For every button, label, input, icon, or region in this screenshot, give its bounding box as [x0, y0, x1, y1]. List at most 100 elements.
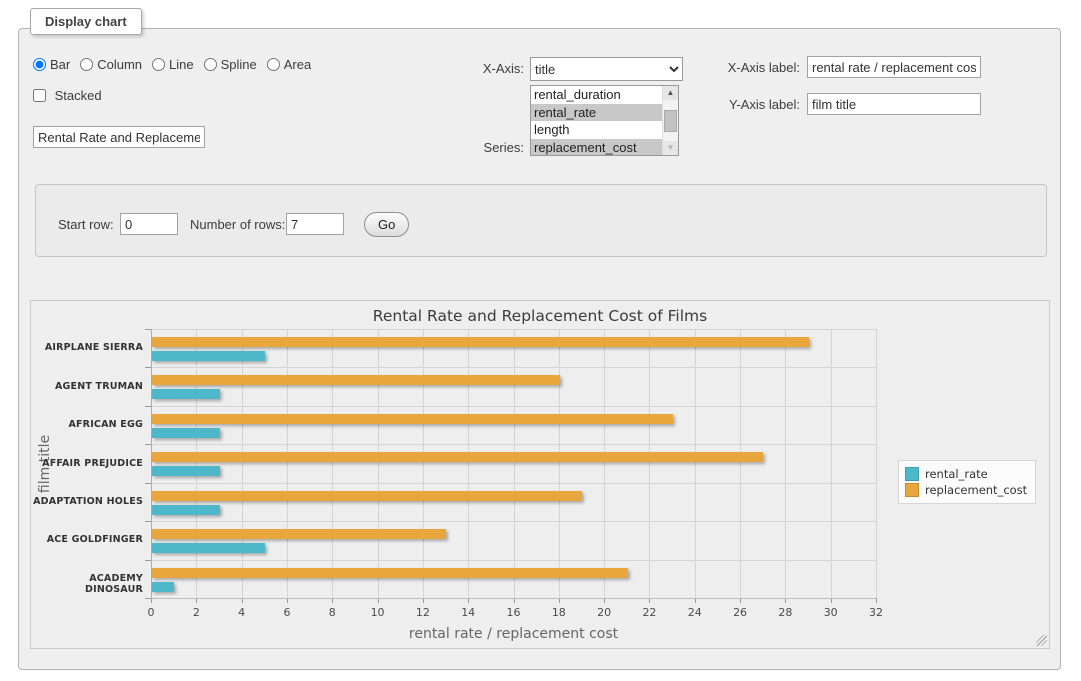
bar-rental_rate[interactable]: [152, 582, 174, 592]
bar-replacement_cost[interactable]: [152, 414, 673, 424]
page: Display chart Bar Column Line Spline Area St…: [0, 0, 1081, 681]
chart-type-label-line[interactable]: Line: [169, 57, 194, 72]
stacked-checkbox-row: Stacked: [33, 88, 102, 103]
bar-replacement_cost[interactable]: [152, 452, 763, 462]
chart-type-radio-line[interactable]: [152, 58, 165, 71]
bar-rental_rate[interactable]: [152, 543, 265, 553]
bar-replacement_cost[interactable]: [152, 337, 809, 347]
gridline-x-12: [423, 329, 424, 598]
bar-rental_rate[interactable]: [152, 389, 220, 399]
scroll-up-icon[interactable]: ▲: [663, 86, 678, 100]
x-tickmark: [876, 598, 877, 603]
panel-title: Display chart: [30, 8, 142, 35]
chart-type-radio-group: Bar Column Line Spline Area: [33, 57, 321, 72]
series-option-rental_duration[interactable]: rental_duration: [531, 86, 662, 104]
gridline-band: [151, 483, 876, 484]
x-tick-label: 8: [329, 606, 336, 619]
legend-swatch-rental_rate: [905, 467, 919, 481]
chart-type-radio-column[interactable]: [80, 58, 93, 71]
chart-type-radio-area[interactable]: [267, 58, 280, 71]
x-tick-label: 14: [461, 606, 475, 619]
resize-grip[interactable]: [1036, 635, 1047, 646]
gridline-band: [151, 560, 876, 561]
x-tick-label: 12: [416, 606, 430, 619]
bar-rental_rate[interactable]: [152, 351, 265, 361]
bar-replacement_cost[interactable]: [152, 375, 560, 385]
bar-rental_rate[interactable]: [152, 466, 220, 476]
series-options: rental_durationrental_ratelengthreplacem…: [531, 86, 662, 155]
series-scrollbar[interactable]: ▲ ▼: [662, 86, 678, 155]
gridline-x-26: [740, 329, 741, 598]
start-row-input[interactable]: [120, 213, 178, 235]
gridline-x-4: [242, 329, 243, 598]
gridline-x-32: [876, 329, 877, 598]
chart-title: Rental Rate and Replacement Cost of Film…: [31, 307, 1049, 325]
stacked-label[interactable]: Stacked: [55, 88, 102, 103]
legend-item-rental_rate[interactable]: rental_rate: [905, 467, 1027, 481]
category-label: ACE GOLDFINGER: [31, 534, 143, 545]
start-row-label: Start row:: [58, 217, 114, 232]
x-tick-label: 0: [148, 606, 155, 619]
gridline-x-2: [196, 329, 197, 598]
scroll-down-icon[interactable]: ▼: [663, 141, 678, 155]
gridline-x-16: [514, 329, 515, 598]
chart-type-radio-spline[interactable]: [204, 58, 217, 71]
y-axis-label-field-label: Y-Axis label:: [698, 97, 800, 112]
x-tick-label: 24: [688, 606, 702, 619]
chart-title-input[interactable]: [33, 126, 205, 148]
bar-rental_rate[interactable]: [152, 505, 220, 515]
x-tick-label: 18: [552, 606, 566, 619]
gridline-band: [151, 444, 876, 445]
category-label: AIRPLANE SIERRA: [31, 342, 143, 353]
chart-type-label-spline[interactable]: Spline: [221, 57, 257, 72]
bar-replacement_cost[interactable]: [152, 491, 582, 501]
x-axis-select[interactable]: title: [530, 57, 683, 81]
gridline-x-6: [287, 329, 288, 598]
category-label: ACADEMY DINOSAUR: [31, 573, 143, 595]
gridline-band: [151, 406, 876, 407]
go-button[interactable]: Go: [364, 212, 409, 237]
x-axis-label-field-label: X-Axis label:: [698, 60, 800, 75]
x-axis-title: rental rate / replacement cost: [409, 626, 618, 642]
bar-replacement_cost[interactable]: [152, 529, 446, 539]
legend-label: replacement_cost: [925, 483, 1027, 497]
gridline-x-14: [468, 329, 469, 598]
gridline-band: [151, 329, 876, 330]
chart-type-radio-bar[interactable]: [33, 58, 46, 71]
series-list-label: Series:: [452, 140, 524, 155]
x-tick-label: 20: [597, 606, 611, 619]
row-range-form: Start row: Number of rows: Go: [35, 184, 1047, 257]
chart-type-label-column[interactable]: Column: [97, 57, 142, 72]
series-option-rental_rate[interactable]: rental_rate: [531, 104, 662, 122]
x-axis-line: [151, 598, 876, 599]
stacked-checkbox[interactable]: [33, 89, 46, 102]
number-of-rows-label: Number of rows:: [190, 217, 285, 232]
category-label: AGENT TRUMAN: [31, 381, 143, 392]
category-label: AFRICAN EGG: [31, 419, 143, 430]
y-axis-label-input[interactable]: [807, 93, 981, 115]
series-listbox[interactable]: rental_durationrental_ratelengthreplacem…: [530, 85, 679, 156]
chart-container: Rental Rate and Replacement Cost of Film…: [30, 300, 1050, 649]
bar-rental_rate[interactable]: [152, 428, 220, 438]
x-tick-label: 10: [371, 606, 385, 619]
x-tick-label: 16: [507, 606, 521, 619]
scrollbar-thumb[interactable]: [664, 110, 677, 132]
x-tick-label: 30: [824, 606, 838, 619]
x-tick-label: 32: [869, 606, 883, 619]
legend-item-replacement_cost[interactable]: replacement_cost: [905, 483, 1027, 497]
series-option-replacement_cost[interactable]: replacement_cost: [531, 139, 662, 156]
legend-swatch-replacement_cost: [905, 483, 919, 497]
bar-replacement_cost[interactable]: [152, 568, 628, 578]
x-tick-label: 4: [238, 606, 245, 619]
gridline-band: [151, 367, 876, 368]
gridline-x-22: [649, 329, 650, 598]
series-option-length[interactable]: length: [531, 121, 662, 139]
chart-type-label-bar[interactable]: Bar: [50, 57, 70, 72]
number-of-rows-input[interactable]: [286, 213, 344, 235]
gridline-band: [151, 521, 876, 522]
category-label: ADAPTATION HOLES: [31, 496, 143, 507]
scrollbar-track[interactable]: [663, 100, 678, 141]
category-label: AFFAIR PREJUDICE: [31, 458, 143, 469]
chart-type-label-area[interactable]: Area: [284, 57, 311, 72]
x-axis-label-input[interactable]: [807, 56, 981, 78]
